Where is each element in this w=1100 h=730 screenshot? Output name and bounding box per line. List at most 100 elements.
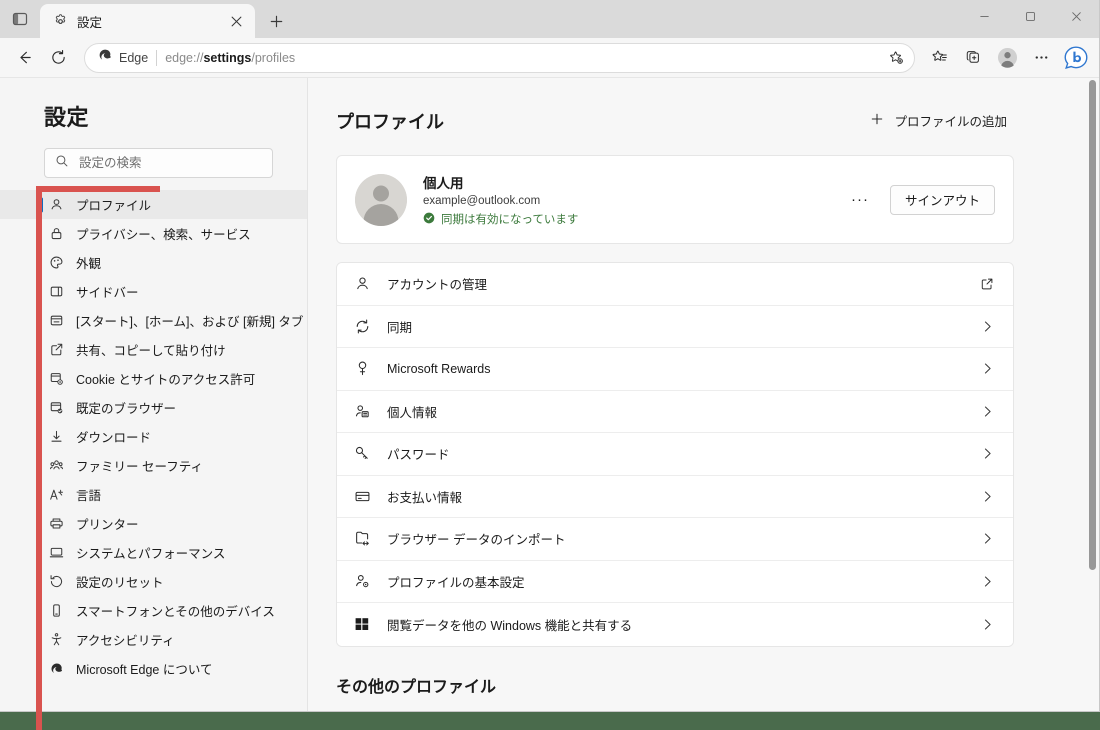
check-circle-icon (423, 212, 435, 227)
search-input[interactable] (79, 149, 262, 177)
profile-actions: ··· サインアウト (846, 184, 995, 215)
search-box[interactable] (44, 148, 273, 178)
avatar (355, 173, 407, 226)
signout-button[interactable]: サインアウト (889, 184, 995, 215)
sync-status: 同期は有効になっています (423, 211, 830, 227)
sidebar-item-label: プロファイル (76, 199, 152, 213)
window-controls (961, 0, 1099, 38)
settings-content: プロファイル プロファイルの追加 個人用 example@outlook.com… (308, 78, 1099, 711)
add-favorite-icon[interactable] (882, 45, 910, 71)
annotation-line-horizontal (36, 186, 160, 192)
sidebar-item-label: ダウンロード (76, 431, 152, 445)
sidebar-item-label: システムとパフォーマンス (76, 547, 226, 561)
sidebar-item-appearance[interactable]: 外観 (0, 248, 307, 277)
sidebar-item-label: [スタート]、[ホーム]、および [新規] タブ (76, 315, 304, 329)
tab-settings[interactable]: 設定 (40, 4, 255, 38)
sidebar-item-start-home-newtab[interactable]: [スタート]、[ホーム]、および [新規] タブ (0, 306, 307, 335)
sidebar-item-sidebar[interactable]: サイドバー (0, 277, 307, 306)
profile-email: example@outlook.com (423, 195, 541, 207)
sidebar-item-profile[interactable]: プロファイル (0, 190, 307, 219)
chevron-right-icon (979, 318, 995, 334)
sidebar-item-default-browser[interactable]: 既定のブラウザー (0, 393, 307, 422)
sidebar-item-about-edge[interactable]: Microsoft Edge について (0, 654, 307, 683)
tab-actions-icon[interactable] (0, 0, 40, 38)
row-profile-preferences[interactable]: プロファイルの基本設定 (337, 560, 1013, 603)
maximize-button[interactable] (1007, 0, 1053, 32)
import-icon (353, 530, 371, 548)
sidebar-item-accessibility[interactable]: アクセシビリティ (0, 625, 307, 654)
sidebar-item-share-copy-paste[interactable]: 共有、コピーして貼り付け (0, 335, 307, 364)
sidebar-item-system-performance[interactable]: システムとパフォーマンス (0, 538, 307, 567)
new-tab-button[interactable] (259, 4, 293, 38)
refresh-icon[interactable] (42, 42, 74, 74)
sync-status-label: 同期は有効になっています (441, 214, 579, 226)
sidebar-icon (48, 284, 64, 300)
edge-logo-icon (97, 47, 113, 68)
row-microsoft-rewards[interactable]: Microsoft Rewards (337, 348, 1013, 391)
collections-icon[interactable] (957, 42, 989, 74)
cookie-icon (48, 371, 64, 387)
row-personal-info[interactable]: 個人情報 (337, 390, 1013, 433)
profile-icon (48, 197, 64, 213)
row-share-browsing-data-windows[interactable]: 閲覧データを他の Windows 機能と共有する (337, 603, 1013, 646)
sidebar-item-label: Cookie とサイトのアクセス許可 (76, 373, 256, 387)
person-card-icon (353, 402, 371, 420)
settings-page: 設定 設定の検索 プロファイル プライバシー、検索、サービス 外観 サイドバー … (0, 78, 1099, 711)
sidebar-item-cookies[interactable]: Cookie とサイトのアクセス許可 (0, 364, 307, 393)
scrollbar-thumb[interactable] (1089, 80, 1096, 570)
row-sync[interactable]: 同期 (337, 305, 1013, 348)
sidebar-item-label: 言語 (76, 489, 102, 503)
url-text: edge://settings/profiles (165, 51, 874, 65)
rewards-icon (353, 360, 371, 378)
browser-window: 設定 Edge edge://settings/profiles 設定 設定の検… (0, 0, 1100, 712)
row-label: パスワード (387, 448, 450, 463)
row-label: お支払い情報 (387, 490, 463, 505)
settings-sidebar: 設定 設定の検索 プロファイル プライバシー、検索、サービス 外観 サイドバー … (0, 78, 308, 711)
profile-avatar-icon[interactable] (991, 42, 1023, 74)
screen: 設定 Edge edge://settings/profiles 設定 設定の検… (0, 0, 1100, 730)
edge-brand: Edge (97, 47, 148, 68)
row-passwords[interactable]: パスワード (337, 433, 1013, 476)
address-bar[interactable]: Edge edge://settings/profiles (84, 42, 915, 73)
sidebar-item-downloads[interactable]: ダウンロード (0, 422, 307, 451)
back-icon[interactable] (8, 42, 40, 74)
sidebar-item-label: ファミリー セーフティ (76, 460, 203, 474)
add-profile-button[interactable]: プロファイルの追加 (863, 106, 1014, 135)
url-suffix: /profiles (251, 50, 296, 65)
close-icon[interactable] (225, 10, 247, 32)
row-manage-account[interactable]: アカウントの管理 (337, 263, 1013, 306)
tab-title: 設定 (77, 15, 103, 30)
sidebar-item-phone-other-devices[interactable]: スマートフォンとその他のデバイス (0, 596, 307, 625)
sidebar-item-languages[interactable]: 言語 (0, 480, 307, 509)
row-payment-info[interactable]: お支払い情報 (337, 475, 1013, 518)
close-button[interactable] (1053, 0, 1099, 32)
system-icon (48, 545, 64, 561)
reset-icon (48, 574, 64, 590)
profile-meta: 個人用 example@outlook.com 同期は有効になっています (423, 172, 830, 227)
settings-nav-list: プロファイル プライバシー、検索、サービス 外観 サイドバー [スタート]、[ホ… (0, 190, 307, 683)
other-profiles-card[interactable] (336, 710, 1014, 711)
sidebar-item-label: 既定のブラウザー (76, 402, 177, 416)
profile-name: 個人用 (423, 176, 464, 191)
chevron-right-icon (979, 488, 995, 504)
sidebar-item-privacy[interactable]: プライバシー、検索、サービス (0, 219, 307, 248)
url-bold: settings (203, 50, 252, 65)
chevron-right-icon (979, 573, 995, 589)
minimize-button[interactable] (961, 0, 1007, 32)
content-scrollbar[interactable] (1085, 78, 1099, 711)
sidebar-item-printers[interactable]: プリンター (0, 509, 307, 538)
profile-more-icon[interactable]: ··· (846, 186, 874, 214)
sidebar-item-reset-settings[interactable]: 設定のリセット (0, 567, 307, 596)
url-prefix: edge:// (165, 50, 204, 65)
sidebar-item-family-safety[interactable]: ファミリー セーフティ (0, 451, 307, 480)
favorites-icon[interactable] (923, 42, 955, 74)
sync-icon (353, 317, 371, 335)
external-link-icon (979, 276, 995, 292)
language-icon (48, 487, 64, 503)
chevron-right-icon (979, 446, 995, 462)
row-label: プロファイルの基本設定 (387, 575, 525, 590)
row-import-browser-data[interactable]: ブラウザー データのインポート (337, 518, 1013, 561)
windows-logo-icon (353, 615, 371, 633)
copilot-icon[interactable] (1061, 43, 1091, 73)
settings-more-icon[interactable] (1025, 42, 1057, 74)
